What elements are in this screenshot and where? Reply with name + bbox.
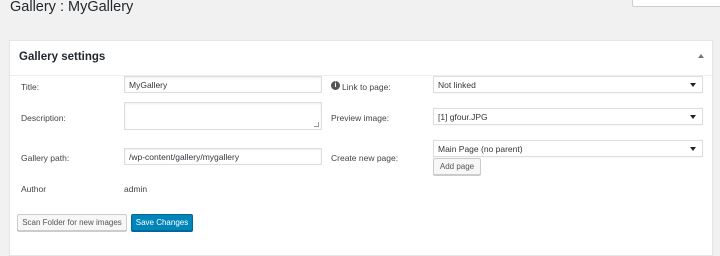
save-changes-button[interactable]: Save Changes <box>131 214 193 231</box>
collapse-arrow-icon[interactable] <box>698 54 704 58</box>
scan-folder-button[interactable]: Scan Folder for new images <box>17 214 127 231</box>
gallery-path-label: Gallery path: <box>21 153 70 163</box>
create-new-page-label: Create new page: <box>331 153 399 163</box>
chevron-down-icon <box>690 82 696 87</box>
title-input[interactable]: MyGallery <box>124 76 322 93</box>
resize-handle-icon[interactable] <box>314 122 319 127</box>
info-icon[interactable]: i <box>331 81 340 90</box>
description-label: Description: <box>21 113 66 123</box>
chevron-down-icon <box>690 146 696 151</box>
settings-box-title: Gallery settings <box>19 51 106 63</box>
author-label: Author <box>21 184 47 194</box>
gallery-settings-box: Gallery settings Title: MyGallery Descri… <box>9 40 713 256</box>
gallery-path-input[interactable]: /wp-content/gallery/mygallery <box>124 148 322 165</box>
create-new-page-select[interactable]: Main Page (no parent) <box>433 140 703 157</box>
screen-options-button[interactable] <box>632 0 720 7</box>
author-value: admin <box>124 184 148 194</box>
description-textarea[interactable] <box>124 102 322 130</box>
title-label: Title: <box>21 82 40 92</box>
link-to-page-value: Not linked <box>438 79 476 90</box>
link-to-page-select[interactable]: Not linked <box>433 76 703 93</box>
page-title: Gallery : MyGallery <box>10 0 134 15</box>
add-page-button[interactable]: Add page <box>433 158 481 175</box>
preview-image-select[interactable]: [1] gfour.JPG <box>433 108 703 125</box>
preview-image-label: Preview image: <box>331 113 390 123</box>
link-to-page-label: Link to page: <box>342 82 391 92</box>
chevron-down-icon <box>690 114 696 119</box>
settings-box-header: Gallery settings <box>10 41 712 76</box>
create-new-page-value: Main Page (no parent) <box>438 143 523 154</box>
preview-image-value: [1] gfour.JPG <box>438 111 488 122</box>
